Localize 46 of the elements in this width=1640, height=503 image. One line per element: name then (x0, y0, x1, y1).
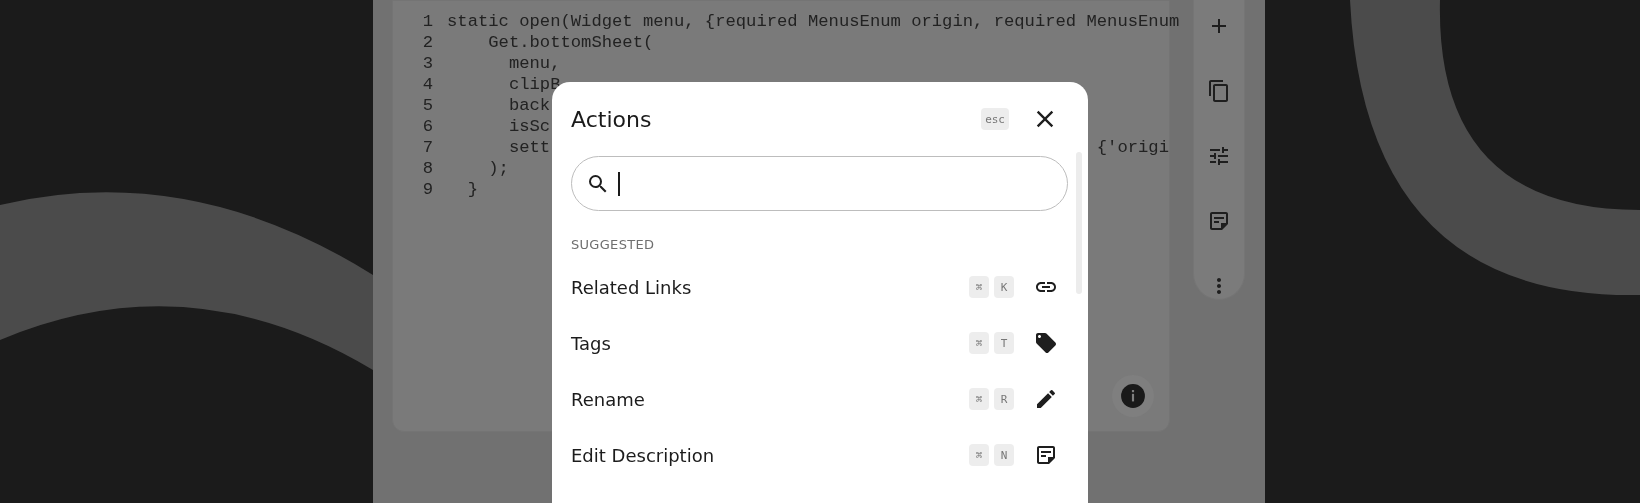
action-item[interactable]: Tags ⌘ T (571, 315, 1068, 371)
pencil-icon (1034, 387, 1058, 411)
line-number: 9 (421, 180, 434, 199)
action-label: Edit Description (571, 444, 716, 466)
shortcut-key: K (994, 276, 1014, 298)
shortcut-key: N (994, 444, 1014, 466)
shortcut-key: esc (981, 108, 1009, 130)
info-button[interactable] (1112, 375, 1154, 417)
code-line: menu, (507, 54, 561, 73)
code-line: static open(Widget menu, {required MenusEnum origin, required MenusEnum (447, 12, 1180, 31)
shortcut-key: R (994, 388, 1014, 410)
info-icon (1120, 383, 1146, 409)
code-line: Get.bottomSheet( (487, 33, 654, 52)
text-cursor (618, 171, 620, 196)
action-item[interactable]: Edit Description ⌘ N (571, 427, 1068, 483)
note-icon (1034, 443, 1058, 467)
shortcut-key: T (994, 332, 1014, 354)
line-number: 1 (421, 12, 434, 31)
line-number: 4 (421, 75, 434, 94)
action-label: Tags (571, 332, 612, 354)
tag-icon (1034, 331, 1058, 355)
dialog-title: Actions (571, 106, 653, 132)
shortcut-key: ⌘ (969, 444, 989, 466)
shortcut-key: ⌘ (969, 332, 989, 354)
more-icon (1216, 275, 1222, 296)
code-line: clipB (507, 75, 561, 94)
line-number: 5 (421, 96, 434, 115)
section-heading: SUGGESTED (571, 235, 656, 254)
code-line: } (466, 180, 478, 199)
shortcut-key: ⌘ (969, 276, 989, 298)
line-number: 2 (421, 33, 434, 52)
code-line: isSc (507, 117, 551, 136)
copy-icon (1207, 78, 1231, 103)
line-number: 7 (421, 138, 434, 157)
code-line: ); (487, 159, 509, 178)
action-item[interactable]: Rename ⌘ R (571, 371, 1068, 427)
shortcut-key: ⌘ (969, 388, 989, 410)
line-number: 8 (421, 159, 434, 178)
action-item[interactable]: Related Links ⌘ K (571, 259, 1068, 315)
code-line: {'origi (1096, 138, 1169, 157)
action-label: Related Links (571, 276, 693, 298)
line-number: 3 (421, 54, 434, 73)
action-label: Rename (571, 388, 646, 410)
line-number: 6 (421, 117, 434, 136)
code-line: back (507, 96, 551, 115)
code-line: sett (507, 138, 551, 157)
